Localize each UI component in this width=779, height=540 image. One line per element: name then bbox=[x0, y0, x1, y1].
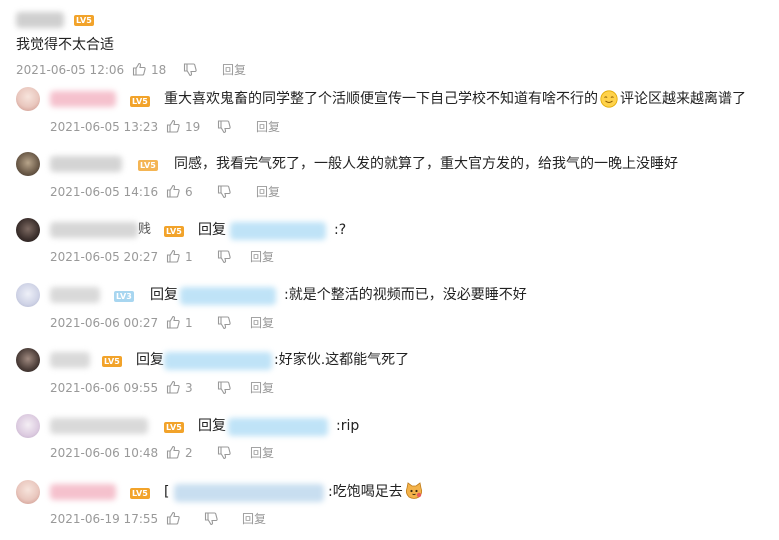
reply-prefix: 回复 bbox=[198, 418, 226, 434]
level-badge: LV5 bbox=[138, 160, 158, 171]
like-count: 1 bbox=[185, 316, 193, 330]
thumbs-up-icon[interactable] bbox=[166, 445, 180, 459]
thumbs-down-icon[interactable] bbox=[217, 120, 231, 134]
comment-text: :rip bbox=[336, 418, 360, 434]
mention-link-blurred[interactable] bbox=[174, 484, 324, 502]
comment-timestamp: 2021-06-19 17:55 bbox=[50, 512, 159, 526]
reply-button[interactable]: 回复 bbox=[250, 250, 274, 264]
reply-button[interactable]: 回复 bbox=[256, 120, 280, 134]
comment-timestamp: 2021-06-06 09:55 bbox=[50, 381, 159, 395]
mention-link-blurred[interactable] bbox=[228, 418, 328, 436]
level-badge: LV5 bbox=[130, 96, 150, 107]
like-count: 2 bbox=[185, 446, 193, 460]
comment-timestamp: 2021-06-06 10:48 bbox=[50, 446, 159, 460]
like-count: 18 bbox=[151, 63, 167, 77]
thumbs-down-icon[interactable] bbox=[217, 381, 231, 395]
thumbs-up-icon[interactable] bbox=[166, 184, 180, 198]
commenter-name-blurred[interactable] bbox=[50, 91, 116, 107]
level-badge: LV5 bbox=[164, 422, 184, 433]
level-badge: LV5 bbox=[130, 488, 150, 499]
commenter-name-suffix[interactable]: 贱 bbox=[138, 220, 151, 240]
commenter-name-blurred[interactable] bbox=[50, 222, 138, 238]
comment-text: :好家伙.这都能气死了 bbox=[274, 352, 410, 368]
thumbs-down-icon[interactable] bbox=[217, 316, 231, 330]
cat-emoji-icon bbox=[404, 481, 424, 501]
like-count: 19 bbox=[185, 120, 201, 134]
comment-text: :吃饱喝足去 bbox=[328, 484, 403, 500]
avatar[interactable] bbox=[16, 348, 40, 372]
commenter-name-blurred[interactable] bbox=[50, 418, 148, 434]
reply-prefix: 回复 bbox=[198, 222, 226, 238]
comment-text: :就是个整活的视频而已，没必要睡不好 bbox=[284, 287, 527, 303]
avatar[interactable] bbox=[16, 87, 40, 111]
avatar[interactable] bbox=[16, 152, 40, 176]
thumbs-up-icon[interactable] bbox=[166, 119, 180, 133]
reply-button[interactable]: 回复 bbox=[222, 63, 246, 77]
avatar[interactable] bbox=[16, 283, 40, 307]
reply-prefix: 回复 bbox=[136, 352, 164, 368]
comment-text: 重大喜欢鬼畜的同学整了个活顺便宣传一下自己学校不知道有啥不行的 bbox=[164, 91, 598, 107]
level-badge: LV5 bbox=[74, 15, 94, 26]
comment-timestamp: 2021-06-05 13:23 bbox=[50, 120, 159, 134]
commenter-name-blurred[interactable] bbox=[50, 352, 90, 368]
level-badge: LV5 bbox=[102, 356, 122, 367]
comment-timestamp: 2021-06-05 12:06 bbox=[16, 63, 125, 77]
comment-text: 我觉得不太合适 bbox=[16, 37, 114, 53]
avatar[interactable] bbox=[16, 414, 40, 438]
mention-link-blurred[interactable] bbox=[180, 287, 276, 305]
comment-timestamp: 2021-06-06 00:27 bbox=[50, 316, 159, 330]
avatar[interactable] bbox=[16, 480, 40, 504]
comment-timestamp: 2021-06-05 14:16 bbox=[50, 185, 159, 199]
commenter-name-blurred[interactable] bbox=[50, 484, 116, 500]
thumbs-up-icon[interactable] bbox=[166, 315, 180, 329]
reply-button[interactable]: 回复 bbox=[250, 446, 274, 460]
thumbs-down-icon[interactable] bbox=[217, 185, 231, 199]
reply-button[interactable]: 回复 bbox=[250, 381, 274, 395]
thumbs-down-icon[interactable] bbox=[204, 512, 218, 526]
smile-emoji-icon bbox=[600, 90, 618, 108]
commenter-name-blurred[interactable] bbox=[50, 287, 100, 303]
thumbs-up-icon[interactable] bbox=[166, 380, 180, 394]
mention-link-blurred[interactable] bbox=[164, 352, 272, 370]
like-count: 3 bbox=[185, 381, 193, 395]
level-badge: LV5 bbox=[164, 226, 184, 237]
thumbs-up-icon[interactable] bbox=[166, 249, 180, 263]
avatar[interactable] bbox=[16, 218, 40, 242]
mention-link-blurred[interactable] bbox=[230, 222, 326, 240]
reply-prefix: 回复 bbox=[150, 287, 178, 303]
comment-text-continued: 评论区越来越离谱了 bbox=[620, 91, 746, 107]
comment-timestamp: 2021-06-05 20:27 bbox=[50, 250, 159, 264]
like-count: 1 bbox=[185, 250, 193, 264]
thumbs-down-icon[interactable] bbox=[217, 250, 231, 264]
reply-button[interactable]: 回复 bbox=[250, 316, 274, 330]
thumbs-up-icon[interactable] bbox=[132, 62, 146, 76]
thumbs-up-icon[interactable] bbox=[166, 511, 180, 525]
comment-text: 同感，我看完气死了，一般人发的就算了，重大官方发的，给我气的一晚上没睡好 bbox=[174, 156, 678, 172]
thumbs-down-icon[interactable] bbox=[217, 446, 231, 460]
level-badge: LV3 bbox=[114, 291, 134, 302]
thumbs-down-icon[interactable] bbox=[183, 63, 197, 77]
comment-text: :? bbox=[334, 222, 347, 238]
reply-prefix: [ bbox=[164, 484, 170, 500]
commenter-name-blurred[interactable] bbox=[50, 156, 122, 172]
commenter-name-blurred[interactable] bbox=[16, 12, 64, 28]
like-count: 6 bbox=[185, 185, 193, 199]
reply-button[interactable]: 回复 bbox=[242, 512, 266, 526]
reply-button[interactable]: 回复 bbox=[256, 185, 280, 199]
